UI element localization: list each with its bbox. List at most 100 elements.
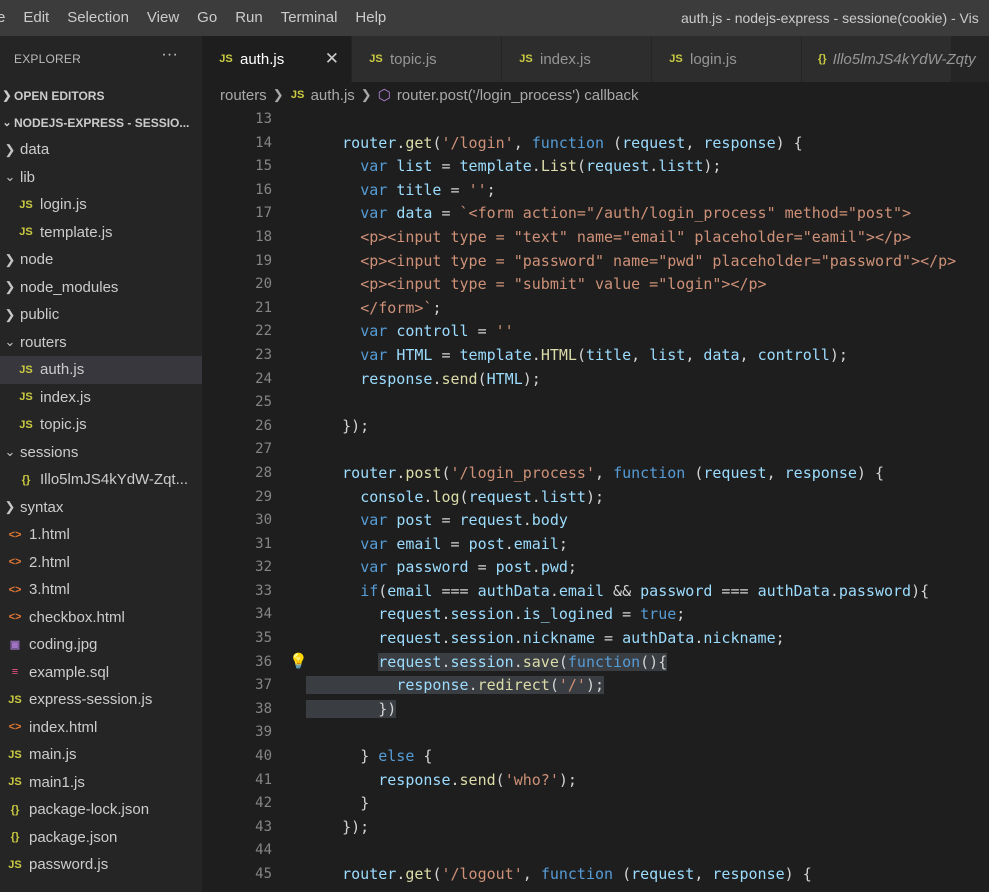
editor-tab[interactable]: JS topic.js bbox=[352, 36, 502, 82]
code-line: </form>`; bbox=[306, 297, 956, 321]
tree-file[interactable]: JS main1.js bbox=[0, 769, 202, 797]
tree-file[interactable]: {} package.json bbox=[0, 824, 202, 852]
breadcrumb-file[interactable]: auth.js bbox=[311, 87, 355, 104]
js-file-icon: JS bbox=[19, 363, 33, 376]
code-token: ( bbox=[441, 463, 451, 482]
code-token: pwd bbox=[540, 558, 568, 577]
code-area[interactable]: router.get('/login', function (request, … bbox=[306, 108, 956, 887]
code-token: . bbox=[513, 652, 523, 671]
tree-file[interactable]: <> 2.html bbox=[0, 549, 202, 577]
code-token: <p><input type = "submit" value ="login"… bbox=[360, 275, 767, 294]
code-token: function bbox=[531, 133, 605, 152]
code-token: authData bbox=[477, 581, 550, 600]
line-number: 33 bbox=[255, 582, 272, 599]
tree-folder[interactable]: ❯ node bbox=[0, 246, 202, 274]
tree-folder[interactable]: ⌄ lib bbox=[0, 164, 202, 192]
editor-tab[interactable]: {} Illo5lmJS4kYdW-Zqty bbox=[802, 36, 976, 82]
code-token: ; bbox=[432, 298, 442, 317]
tree-file[interactable]: JS index.js bbox=[0, 384, 202, 412]
tree-file[interactable]: <> index.html bbox=[0, 714, 202, 742]
close-icon[interactable]: ✕ bbox=[325, 49, 339, 69]
code-token: title bbox=[396, 180, 442, 199]
code-token: password bbox=[640, 581, 713, 600]
code-token: ( bbox=[378, 581, 388, 600]
tree-file[interactable]: JS password.js bbox=[0, 851, 202, 879]
code-line: request.session.is_logined = true; bbox=[306, 603, 956, 627]
tree-folder[interactable]: ❯ syntax bbox=[0, 494, 202, 522]
code-token: , bbox=[631, 345, 650, 364]
tree-file[interactable]: JS express-session.js bbox=[0, 686, 202, 714]
code-token: listt bbox=[540, 487, 586, 506]
menu-file[interactable]: e bbox=[0, 0, 14, 36]
tree-folder[interactable]: ⌄ routers bbox=[0, 329, 202, 357]
chevron-right-icon: ❯ bbox=[4, 306, 16, 322]
editor-tab[interactable]: JS index.js bbox=[502, 36, 652, 82]
code-line: var title = ''; bbox=[306, 179, 956, 203]
line-number: 34 bbox=[255, 606, 272, 623]
code-token: request bbox=[703, 463, 767, 482]
code-token: , bbox=[739, 345, 758, 364]
code-line: response.send(HTML); bbox=[306, 368, 956, 392]
lightbulb-icon[interactable]: 💡 bbox=[289, 652, 308, 670]
code-line: response.send('who?'); bbox=[306, 769, 956, 793]
breadcrumb-folder[interactable]: routers bbox=[220, 87, 267, 104]
code-token: nickname bbox=[522, 629, 595, 648]
code-editor[interactable]: 13 14 15 16 17 18 19 20 21 22 23 24 25 26 27 28 29 30 31 32… bbox=[202, 108, 989, 892]
code-token: post bbox=[468, 534, 505, 553]
breadcrumb-symbol[interactable]: router.post('/login_process') callback bbox=[397, 87, 639, 104]
open-editors-section[interactable]: ❯ OPEN EDITORS bbox=[0, 82, 202, 109]
tree-file[interactable]: {} Illo5lmJS4kYdW-Zqt... bbox=[0, 466, 202, 494]
tree-file[interactable]: <> checkbox.html bbox=[0, 604, 202, 632]
tree-file[interactable]: JS template.js bbox=[0, 219, 202, 247]
menu-help[interactable]: Help bbox=[346, 0, 395, 36]
line-number: 19 bbox=[255, 252, 272, 269]
tree-folder[interactable]: ❯ public bbox=[0, 301, 202, 329]
code-token: = bbox=[432, 345, 460, 364]
line-number: 15 bbox=[255, 158, 272, 175]
code-token: var bbox=[360, 558, 388, 577]
tree-folder[interactable]: ❯ data bbox=[0, 136, 202, 164]
menu-selection[interactable]: Selection bbox=[58, 0, 138, 36]
menu-terminal[interactable]: Terminal bbox=[272, 0, 347, 36]
menu-go[interactable]: Go bbox=[188, 0, 226, 36]
tree-file[interactable]: ▣ coding.jpg bbox=[0, 631, 202, 659]
tree-file[interactable]: ≡ example.sql bbox=[0, 659, 202, 687]
js-file-icon: JS bbox=[19, 418, 33, 431]
tree-file[interactable]: JS topic.js bbox=[0, 411, 202, 439]
tree-file[interactable]: JS auth.js bbox=[0, 356, 202, 384]
menu-run[interactable]: Run bbox=[226, 0, 272, 36]
tree-file[interactable]: JS main.js bbox=[0, 741, 202, 769]
code-token: else bbox=[378, 747, 415, 766]
code-line: var data = `<form action="/auth/login_pr… bbox=[306, 202, 956, 226]
more-actions-icon[interactable]: ··· bbox=[161, 46, 178, 64]
tree-file[interactable]: {} package-lock.json bbox=[0, 796, 202, 824]
menu-view[interactable]: View bbox=[138, 0, 188, 36]
code-token: '/logout' bbox=[441, 865, 523, 883]
tree-file[interactable]: <> 3.html bbox=[0, 576, 202, 604]
tree-file[interactable]: JS login.js bbox=[0, 191, 202, 219]
js-file-icon: JS bbox=[8, 776, 22, 789]
editor-tab[interactable]: JS login.js bbox=[652, 36, 802, 82]
code-token: send bbox=[441, 369, 478, 388]
tree-folder[interactable]: ⌄ sessions bbox=[0, 439, 202, 467]
tree-file[interactable]: <> 1.html bbox=[0, 521, 202, 549]
tree-item-label: Illo5lmJS4kYdW-Zqt... bbox=[40, 471, 189, 489]
project-section[interactable]: ⌄ NODEJS-EXPRESS - SESSIO... bbox=[0, 109, 202, 136]
json-file-icon: {} bbox=[10, 831, 20, 844]
code-token: . bbox=[531, 558, 541, 577]
line-number: 30 bbox=[255, 512, 272, 529]
menu-edit[interactable]: Edit bbox=[14, 0, 58, 36]
tree-folder[interactable]: ❯ node_modules bbox=[0, 274, 202, 302]
tree-item-label: syntax bbox=[20, 498, 64, 516]
code-token: save bbox=[522, 652, 559, 671]
chevron-down-icon: ⌄ bbox=[4, 169, 16, 185]
code-token: = bbox=[613, 605, 641, 624]
code-token: HTML bbox=[486, 369, 523, 388]
editor-tab[interactable]: JS auth.js ✕ bbox=[202, 36, 352, 82]
code-token: && bbox=[604, 581, 641, 600]
